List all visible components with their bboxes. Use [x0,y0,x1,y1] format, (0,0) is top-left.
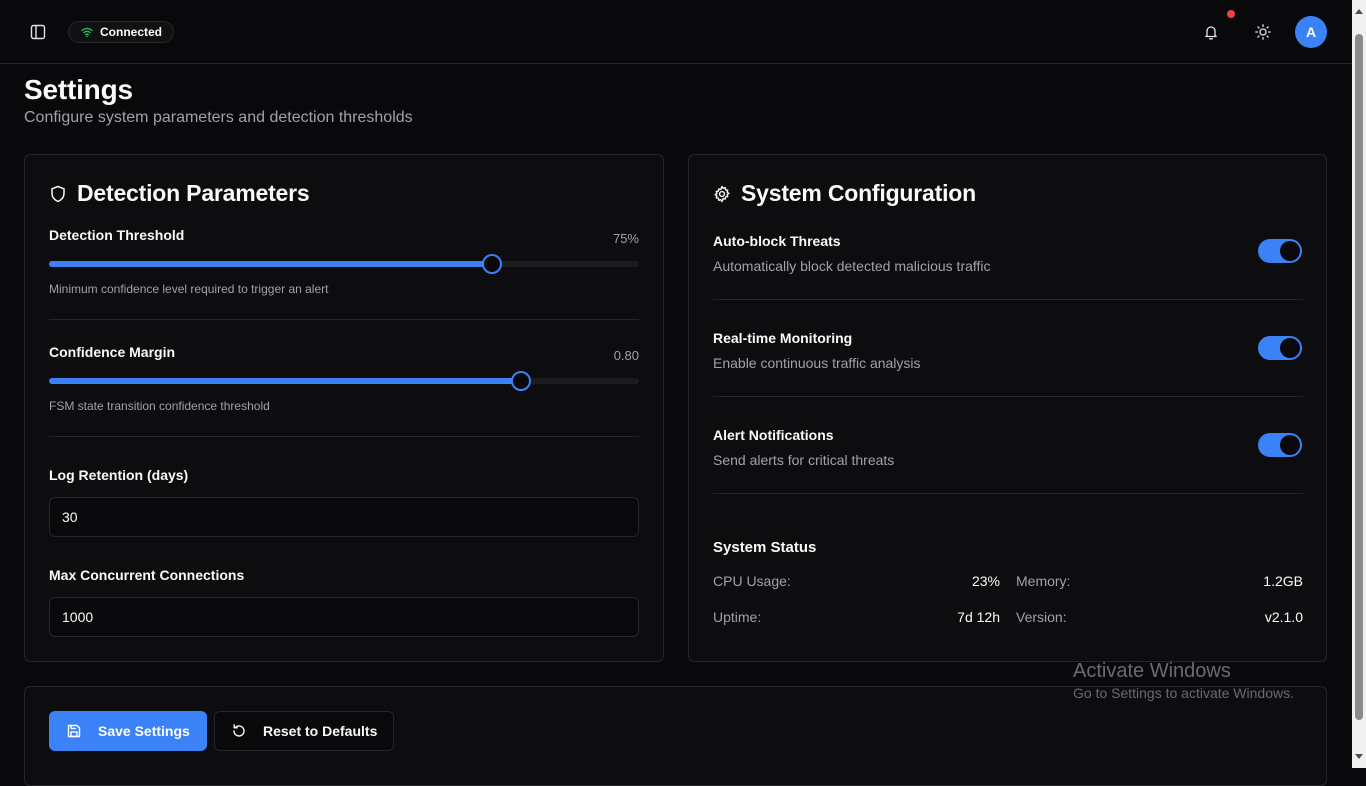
system-configuration-card: System Configuration Auto-block Threats … [688,154,1327,662]
cpu-usage-value: 23% [971,573,1000,589]
connection-status-badge: Connected [68,21,175,43]
reset-defaults-label: Reset to Defaults [263,723,378,739]
detection-parameters-title: Detection Parameters [77,180,310,206]
divider [713,396,1303,397]
notifications-button[interactable] [1199,20,1223,44]
confidence-margin-value: 0.80 [613,348,639,363]
detection-threshold-help: Minimum confidence level required to tri… [49,282,329,296]
save-settings-button[interactable]: Save Settings [49,711,207,751]
gear-icon [714,185,730,202]
max-connections-label: Max Concurrent Connections [49,567,245,583]
uptime-value: 7d 12h [957,609,1000,625]
memory-label: Memory: [1016,573,1071,589]
page-title: Settings [24,74,133,105]
top-bar: Connected A [0,0,1352,64]
save-settings-label: Save Settings [98,723,190,739]
page-subtitle: Configure system parameters and detectio… [24,109,413,126]
divider [49,436,639,437]
user-avatar[interactable]: A [1295,16,1327,48]
scrollbar-thumb[interactable] [1355,34,1363,720]
notification-dot [1227,10,1235,18]
detection-threshold-label: Detection Threshold [49,227,185,243]
slider-thumb[interactable] [511,371,531,391]
bell-icon [1205,26,1217,40]
system-status-title: System Status [713,539,817,556]
sidebar-toggle-icon [30,24,46,40]
theme-toggle-button[interactable] [1251,20,1275,44]
shield-icon [51,185,65,202]
cpu-usage-label: CPU Usage: [713,573,791,589]
sun-icon [1255,24,1271,40]
auto-block-title: Auto-block Threats [713,233,841,249]
auto-block-desc: Automatically block detected malicious t… [713,258,991,274]
alert-notifications-title: Alert Notifications [713,427,834,443]
slider-thumb[interactable] [481,254,502,274]
system-configuration-title: System Configuration [741,180,976,206]
reset-icon [233,724,245,737]
divider [49,319,639,320]
wifi-icon [81,27,93,37]
log-retention-label: Log Retention (days) [49,467,189,483]
log-retention-input[interactable] [49,497,639,537]
divider [713,299,1303,300]
slider-fill [49,378,521,384]
auto-block-toggle[interactable] [1258,239,1302,263]
detection-parameters-header: Detection Parameters [49,180,310,207]
slider-fill [49,261,492,267]
detection-threshold-slider[interactable] [49,254,639,274]
realtime-monitoring-title: Real-time Monitoring [713,330,853,346]
windows-watermark-subtitle: Go to Settings to activate Windows. [1073,685,1294,701]
alert-notifications-desc: Send alerts for critical threats [713,452,895,468]
toggle-knob [1280,338,1300,358]
confidence-margin-label: Confidence Margin [49,344,176,360]
detection-threshold-value: 75% [612,231,639,246]
alert-notifications-toggle[interactable] [1258,433,1302,457]
realtime-monitoring-toggle[interactable] [1258,336,1302,360]
scroll-up-arrow-icon[interactable] [1355,9,1363,14]
save-icon [67,724,81,738]
detection-parameters-card: Detection Parameters Detection Threshold… [24,154,664,662]
confidence-margin-help: FSM state transition confidence threshol… [49,399,270,413]
reset-defaults-button[interactable]: Reset to Defaults [214,711,395,751]
scroll-down-arrow-icon[interactable] [1355,754,1363,759]
realtime-monitoring-desc: Enable continuous traffic analysis [713,355,921,371]
max-connections-input[interactable] [49,597,639,637]
toggle-knob [1280,241,1300,261]
version-label: Version: [1016,609,1067,625]
connection-status-text: Connected [100,25,163,39]
uptime-label: Uptime: [713,609,762,625]
memory-value: 1.2GB [1263,573,1303,589]
version-value: v2.1.0 [1264,609,1303,625]
actions-card: Save Settings Reset to Defaults [24,686,1327,786]
sidebar-toggle-button[interactable] [26,20,50,44]
system-configuration-header: System Configuration [713,180,976,207]
toggle-knob [1280,435,1300,455]
windows-watermark-title: Activate Windows [1073,660,1231,682]
confidence-margin-slider[interactable] [49,371,639,391]
divider [713,493,1303,494]
page-scrollbar[interactable] [1352,0,1366,768]
